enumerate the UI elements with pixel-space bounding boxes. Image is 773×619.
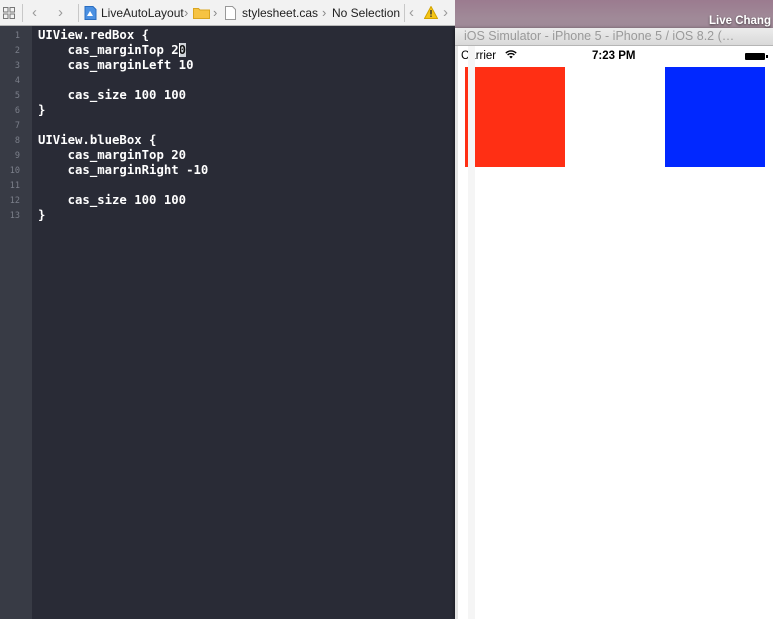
breadcrumb-selection[interactable]: No Selection (332, 0, 400, 25)
line-number: 2 (14, 46, 20, 56)
simulator-title[interactable]: iOS Simulator - iPhone 5 - iPhone 5 / iO… (455, 28, 773, 46)
line-number: 11 (9, 181, 20, 191)
line-number: 12 (9, 196, 20, 206)
line-number: 6 (14, 106, 20, 116)
code-line[interactable]: cas_size 100 100 (38, 193, 186, 208)
chevron-right-icon: › (322, 5, 327, 20)
wifi-icon (505, 50, 517, 62)
breadcrumb-project[interactable]: LiveAutoLayout (101, 0, 184, 25)
code-line-prefix: cas_marginTop (38, 43, 172, 57)
code-line[interactable]: cas_marginTop 20 (38, 148, 186, 163)
folder-icon[interactable] (193, 0, 210, 25)
forward-arrow-icon[interactable]: › (58, 0, 63, 25)
line-number: 5 (14, 91, 20, 101)
status-time: 7:23 PM (592, 50, 636, 62)
line-number: 3 (14, 61, 20, 71)
chevron-right-icon: › (184, 5, 189, 20)
line-number: 1 (14, 31, 20, 41)
back-arrow-icon[interactable]: ‹ (32, 0, 37, 25)
line-number-gutter: 1 2 3 4 5 6 7 8 9 10 11 12 13 (0, 26, 32, 619)
code-line[interactable]: cas_marginRight -10 (38, 163, 209, 178)
code-line[interactable]: UIView.blueBox { (38, 133, 156, 148)
separator (404, 4, 405, 22)
status-bar: Carrier 7:23 PM (458, 46, 773, 66)
warning-icon[interactable] (424, 0, 438, 25)
code-line[interactable]: cas_marginLeft 10 (38, 58, 194, 73)
xcode-editor-window: ‹ › LiveAutoLayout › › stylesheet.cas › … (0, 0, 455, 619)
line-number: 8 (14, 136, 20, 146)
line-number: 4 (14, 76, 20, 86)
code-line[interactable]: } (38, 208, 45, 223)
next-issue-icon[interactable]: › (443, 0, 448, 25)
file-icon (225, 0, 236, 25)
line-number: 10 (9, 166, 20, 176)
breadcrumb-file[interactable]: stylesheet.cas (242, 0, 318, 25)
separator (78, 4, 79, 22)
phone-screen[interactable]: Carrier 7:23 PM (458, 46, 773, 619)
blue-box-view (665, 67, 765, 167)
red-box-view (465, 67, 565, 167)
desktop-label: Live Chang (709, 15, 771, 27)
code-line[interactable]: cas_size 100 100 (38, 88, 186, 103)
battery-icon (745, 53, 765, 60)
line-number: 7 (14, 121, 20, 131)
code-line[interactable]: } (38, 103, 45, 118)
simulator-inner-edge (468, 46, 475, 619)
code-line[interactable]: UIView.redBox { (38, 28, 149, 43)
line-number: 13 (9, 211, 20, 221)
jump-bar: ‹ › LiveAutoLayout › › stylesheet.cas › … (0, 0, 455, 26)
code-line-edited[interactable]: cas_marginTop 20 (38, 43, 187, 58)
code-plain-digit: 2 (171, 43, 179, 57)
battery-tip (766, 55, 768, 58)
separator (22, 4, 23, 22)
previous-issue-icon[interactable]: ‹ (409, 0, 414, 25)
carrier-label: Carrier (461, 50, 497, 62)
ios-simulator-window: iOS Simulator - iPhone 5 - iPhone 5 / iO… (455, 28, 773, 619)
ibeam-cursor (179, 43, 180, 57)
line-number: 9 (14, 151, 20, 161)
project-icon (84, 0, 97, 25)
chevron-right-icon: › (213, 5, 218, 20)
related-items-icon[interactable] (3, 0, 15, 25)
